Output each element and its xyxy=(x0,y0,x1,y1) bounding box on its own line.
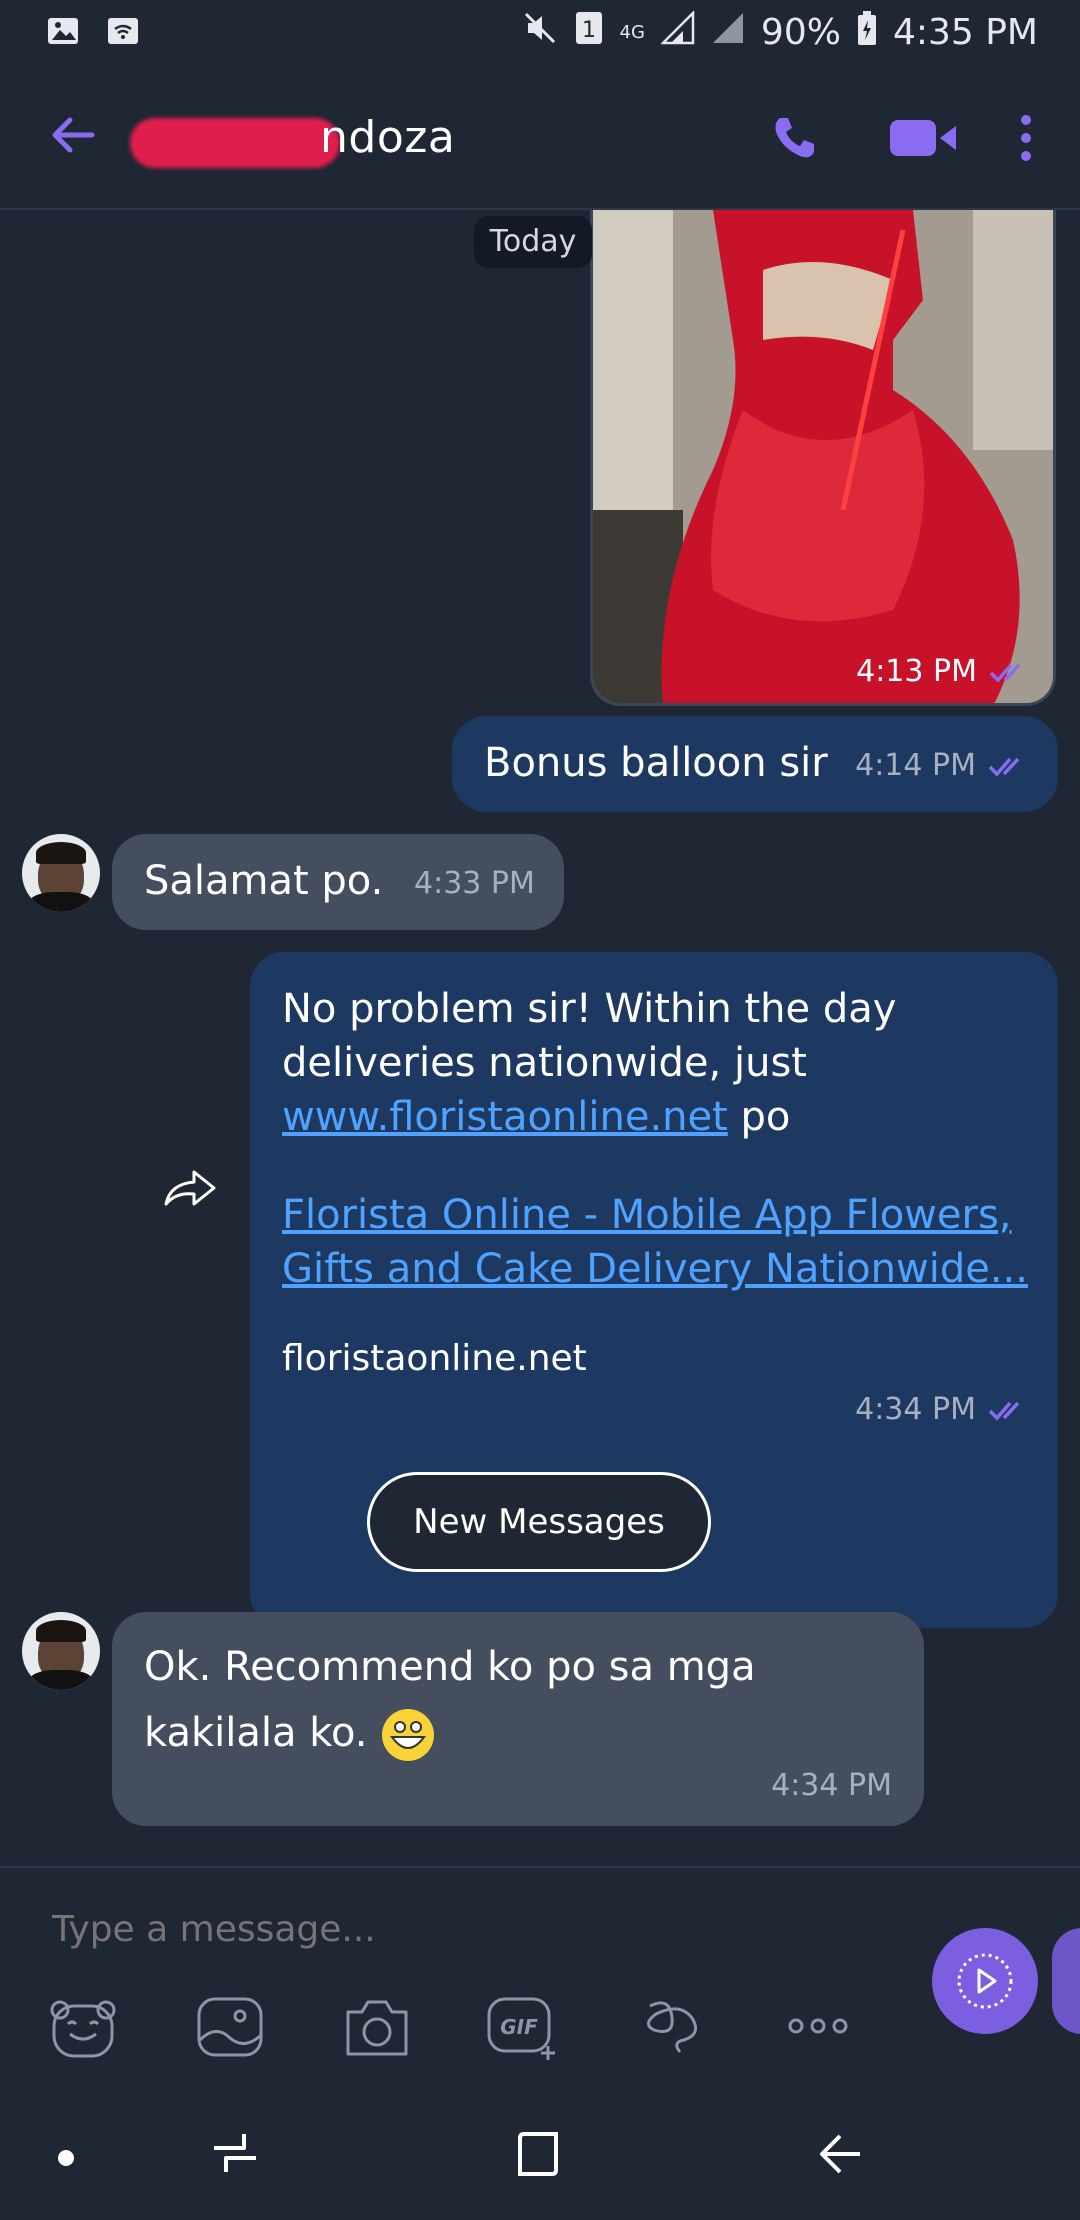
svg-text:GIF: GIF xyxy=(500,2015,538,2039)
message-meta: 4:14 PM xyxy=(855,748,1028,783)
outgoing-message[interactable]: Bonus balloon sir 4:14 PM xyxy=(452,716,1058,812)
gif-button[interactable]: GIF xyxy=(486,1996,560,2066)
video-camera-icon xyxy=(890,120,956,156)
signal-icon xyxy=(659,9,695,54)
photo-message[interactable]: 4:13 PM xyxy=(590,210,1056,706)
home-button[interactable] xyxy=(514,2130,562,2182)
gallery-button[interactable] xyxy=(196,1996,264,2064)
forward-button[interactable] xyxy=(162,1166,218,1214)
grinning-emoji-icon xyxy=(382,1709,435,1761)
more-options-icon xyxy=(788,2018,848,2034)
photo-image xyxy=(593,210,1053,703)
message-input[interactable] xyxy=(50,1908,854,1951)
message-text: No problem sir! Within the day deliverie… xyxy=(282,986,897,1140)
battery-percent: 90% xyxy=(760,12,841,53)
nav-back-icon xyxy=(820,2134,860,2174)
read-receipt-icon xyxy=(988,757,1020,777)
sim-icon: 1 xyxy=(574,10,604,55)
chat-area[interactable]: Today 4:13 PM Bonus balloon sir 4:14 PM xyxy=(0,210,1080,1866)
more-tools-button[interactable] xyxy=(786,1996,850,2060)
message-time: 4:33 PM xyxy=(414,866,535,901)
battery-icon xyxy=(857,10,877,55)
recent-apps-button[interactable] xyxy=(210,2128,260,2182)
message-time: 4:13 PM xyxy=(856,654,977,689)
photo-meta: 4:13 PM xyxy=(856,654,1029,689)
signal-2-icon xyxy=(711,11,745,54)
kebab-menu-icon xyxy=(1021,115,1031,161)
back-arrow-icon xyxy=(52,117,95,153)
clock: 4:35 PM xyxy=(892,12,1038,53)
back-button[interactable] xyxy=(48,110,98,160)
date-divider: Today xyxy=(474,216,592,268)
mute-icon xyxy=(522,10,558,55)
recent-apps-icon xyxy=(214,2134,256,2172)
gif-icon: GIF xyxy=(487,1997,555,2060)
play-circle-icon xyxy=(957,1953,1013,2009)
composer: GIF xyxy=(0,1866,1080,2068)
navigation-bar xyxy=(0,2066,1080,2220)
message-link[interactable]: www.floristaonline.net xyxy=(282,1094,728,1140)
contact-name[interactable]: ndoza xyxy=(132,112,455,163)
message-text: Salamat po. xyxy=(144,858,384,904)
camera-icon xyxy=(346,2000,408,2056)
message-time: 4:14 PM xyxy=(855,748,976,783)
avatar[interactable] xyxy=(22,834,100,912)
doodle-button[interactable] xyxy=(640,1996,704,2060)
incoming-message[interactable]: Ok. Recommend ko po sa mga kakilala ko. … xyxy=(112,1612,924,1826)
avatar[interactable] xyxy=(22,1612,100,1690)
doodle-icon xyxy=(647,2001,698,2053)
camera-button[interactable] xyxy=(342,1996,412,2064)
share-arrow-icon xyxy=(164,1170,216,1206)
voice-call-button[interactable] xyxy=(770,114,818,166)
back-nav-button[interactable] xyxy=(816,2130,862,2182)
status-bar: 1 4G 90% 4:35 PM xyxy=(0,0,1080,66)
read-receipt-icon xyxy=(988,1401,1020,1421)
sticker-icon xyxy=(50,2000,116,2058)
image-notification-icon xyxy=(46,14,80,52)
message-text: Bonus balloon sir xyxy=(484,740,828,786)
video-call-button[interactable] xyxy=(888,116,958,164)
link-preview-domain: floristaonline.net xyxy=(282,1338,587,1379)
nav-dot-button[interactable] xyxy=(56,2148,76,2172)
dot-icon xyxy=(58,2150,74,2166)
home-icon xyxy=(518,2132,558,2176)
message-time: 4:34 PM xyxy=(771,1768,892,1803)
new-messages-button[interactable]: New Messages xyxy=(367,1472,711,1572)
secondary-action-button[interactable] xyxy=(1052,1928,1080,2034)
wifi-notification-icon xyxy=(106,14,140,52)
chat-header: ndoza xyxy=(0,66,1080,210)
link-preview-title[interactable]: Florista Online - Mobile App Flowers, Gi… xyxy=(282,1188,1042,1296)
message-text: Ok. Recommend ko po sa mga kakilala ko. xyxy=(144,1634,884,1766)
gallery-icon xyxy=(197,1997,263,2057)
message-time: 4:34 PM xyxy=(855,1392,976,1427)
network-type: 4G xyxy=(619,21,645,43)
phone-icon xyxy=(775,118,814,158)
sticker-button[interactable] xyxy=(48,1996,118,2064)
read-receipt-icon xyxy=(989,663,1021,683)
incoming-message[interactable]: Salamat po. 4:33 PM xyxy=(112,834,564,930)
svg-text:1: 1 xyxy=(582,18,596,43)
more-options-button[interactable] xyxy=(1016,114,1036,166)
send-voice-button[interactable] xyxy=(932,1928,1038,2034)
message-meta: 4:34 PM xyxy=(855,1392,1028,1427)
